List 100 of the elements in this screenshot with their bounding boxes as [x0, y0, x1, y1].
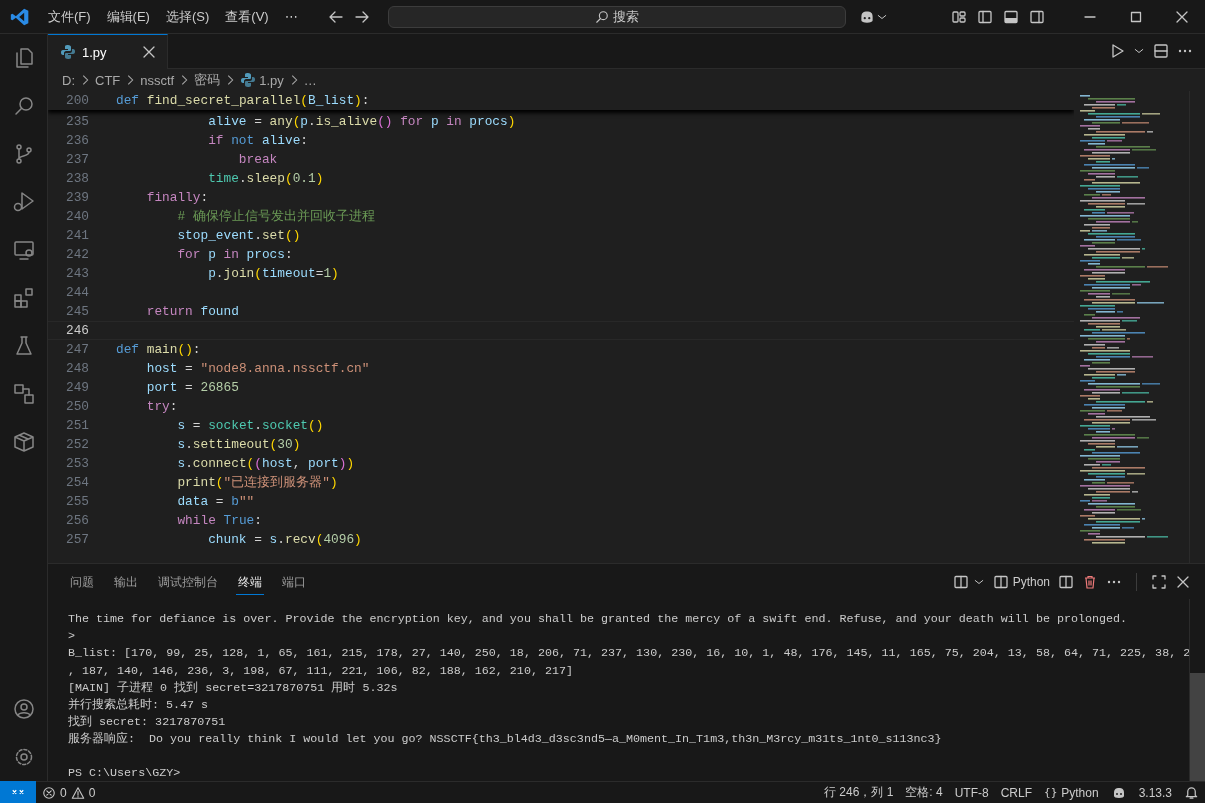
close-icon[interactable] — [141, 44, 157, 60]
line-number: 240 — [64, 208, 89, 226]
breadcrumb-item[interactable]: 1.py — [259, 72, 284, 88]
code-line: def find_secret_parallel(B_list): — [116, 92, 370, 110]
code-line: break — [237, 151, 278, 169]
breadcrumb-item[interactable]: CTF — [95, 72, 121, 88]
code-line: if not alive: — [207, 132, 308, 150]
line-number: 236 — [64, 132, 89, 150]
panel-tab[interactable]: 调试控制台 — [156, 568, 220, 595]
problems-status[interactable]: 0 0 — [36, 785, 102, 800]
code-line: s.connect((host, port)) — [176, 455, 355, 473]
split-terminal-icon[interactable] — [952, 573, 969, 590]
layout-icon[interactable] — [951, 8, 967, 25]
line-number: 237 — [64, 151, 89, 169]
line-number: 246 — [64, 322, 89, 339]
line-number: 248 — [64, 360, 89, 378]
menu-item[interactable]: 查看(V) — [217, 4, 277, 29]
search-icon — [594, 9, 609, 24]
status-item[interactable]: 空格: 4 — [899, 784, 949, 801]
line-number: 247 — [64, 341, 89, 359]
line-number: 241 — [64, 227, 89, 245]
code-line: s = socket.socket() — [176, 417, 324, 435]
code-line: finally: — [145, 189, 209, 207]
code-line: alive = any(p.is_alive() for p in procs) — [207, 113, 516, 131]
line-number: 200 — [64, 92, 89, 110]
code-line: # 确保停止信号发出并回收子进程 — [176, 208, 375, 226]
code-line: for p in procs: — [176, 246, 293, 264]
line-number: 255 — [64, 493, 89, 511]
status-item[interactable]: CRLF — [994, 785, 1038, 800]
panel-toggle-icon[interactable] — [1003, 8, 1019, 25]
run-icon[interactable] — [1109, 43, 1125, 59]
code-line: time.sleep(0.1) — [207, 170, 324, 188]
menu-item[interactable]: 编辑(E) — [98, 4, 158, 29]
breadcrumb-item[interactable]: nssctf — [140, 72, 175, 88]
panel-tab[interactable]: 输出 — [112, 568, 140, 595]
terminal-line: B_list: [170, 99, 25, 128, 1, 65, 161, 215, 178, 27, 140, 250, 18, 206, 71, 237, 130, 230, 16, 10, 1, 48, 176, 145, 11, 165, 75, 204, 13, 58, 64, 71, 225, 38, 2 — [68, 645, 1189, 663]
menu-item[interactable]: ⋯ — [276, 6, 306, 27]
panel-tab[interactable]: 终端 — [236, 568, 264, 595]
box-icon[interactable] — [11, 430, 36, 454]
status-item[interactable]: 3.13.3 — [1132, 785, 1178, 800]
run-debug-icon[interactable] — [11, 190, 36, 214]
scrollbar-thumb[interactable] — [1190, 673, 1205, 781]
status-item[interactable]: UTF-8 — [948, 785, 995, 800]
code-line: chunk = s.recv(4096) — [207, 531, 362, 549]
line-number: 239 — [64, 189, 89, 207]
code-line: try: — [145, 398, 178, 416]
line-number: 250 — [64, 398, 89, 416]
warning-icon — [70, 785, 85, 800]
breadcrumb-item[interactable]: … — [303, 72, 317, 88]
line-number: 249 — [64, 379, 89, 397]
app-logo-icon — [10, 6, 30, 27]
maximize-icon[interactable] — [1151, 573, 1167, 590]
trash-icon[interactable] — [1082, 573, 1098, 590]
terminal-icon — [992, 573, 1009, 590]
split-icon[interactable] — [1058, 573, 1074, 590]
code-line: print("已连接到服务器") — [176, 474, 338, 492]
code-line: while True: — [176, 512, 262, 530]
search-field[interactable]: 搜索 — [387, 5, 846, 28]
editor-tab[interactable]: 1.py — [48, 34, 168, 69]
breadcrumb-item[interactable]: 密码 — [194, 71, 221, 89]
error-icon — [42, 785, 56, 800]
terminal-line: 并行搜索总耗时: 5.47 s — [68, 696, 210, 714]
nodes-icon[interactable] — [11, 382, 36, 406]
terminal-line: > — [68, 628, 76, 646]
file-type-icon — [240, 72, 257, 88]
line-number: 242 — [64, 246, 89, 264]
menu-item[interactable]: 选择(S) — [157, 4, 218, 29]
line-number: 253 — [64, 455, 89, 473]
line-number: 238 — [64, 170, 89, 188]
terminal-profile[interactable]: Python — [992, 573, 1050, 590]
line-number: 257 — [64, 531, 89, 549]
line-number: 254 — [64, 474, 89, 492]
code-line: port = 26865 — [145, 379, 239, 397]
code-line: data = b"" — [176, 493, 255, 511]
terminal-line: 找到 secret: 3217870751 — [68, 714, 227, 732]
line-number: 244 — [64, 284, 89, 302]
code-line: def main(): — [116, 341, 201, 359]
sidebar-toggle-icon[interactable] — [977, 8, 993, 25]
terminal-line: , 187, 140, 146, 236, 3, 198, 67, 111, 221, 106, 82, 188, 162, 210, 217] — [68, 662, 574, 680]
breadcrumb-item[interactable]: D: — [62, 72, 75, 88]
code-line: s.settimeout(30) — [176, 436, 301, 454]
file-type-icon — [60, 44, 76, 60]
extensions-icon[interactable] — [11, 286, 36, 310]
bell-icon[interactable] — [1184, 785, 1199, 800]
panel-tab[interactable]: 端口 — [280, 568, 308, 595]
terminal-line: [MAIN] 子进程 0 找到 secret=3217870751 用时 5.32s — [68, 679, 399, 697]
line-number: 243 — [64, 265, 89, 283]
split-editor-icon[interactable] — [1153, 43, 1169, 59]
line-number: 251 — [64, 417, 89, 435]
code-line: p.join(timeout=1) — [207, 265, 339, 283]
panel-tab[interactable]: 问题 — [68, 568, 96, 595]
code-line: host = "node8.anna.nssctf.cn" — [145, 360, 370, 378]
terminal-prompt: PS C:\Users\GZY> — [68, 764, 182, 781]
account-icon[interactable] — [11, 697, 36, 721]
monitor-icon[interactable] — [11, 238, 36, 262]
status-item[interactable]: {} Python — [1038, 785, 1105, 800]
menu-item[interactable]: 文件(F) — [40, 4, 99, 29]
code-line: return found — [145, 303, 239, 321]
secondary-sidebar-icon[interactable] — [1029, 8, 1045, 25]
status-item[interactable]: 行 246，列 1 — [817, 784, 900, 801]
